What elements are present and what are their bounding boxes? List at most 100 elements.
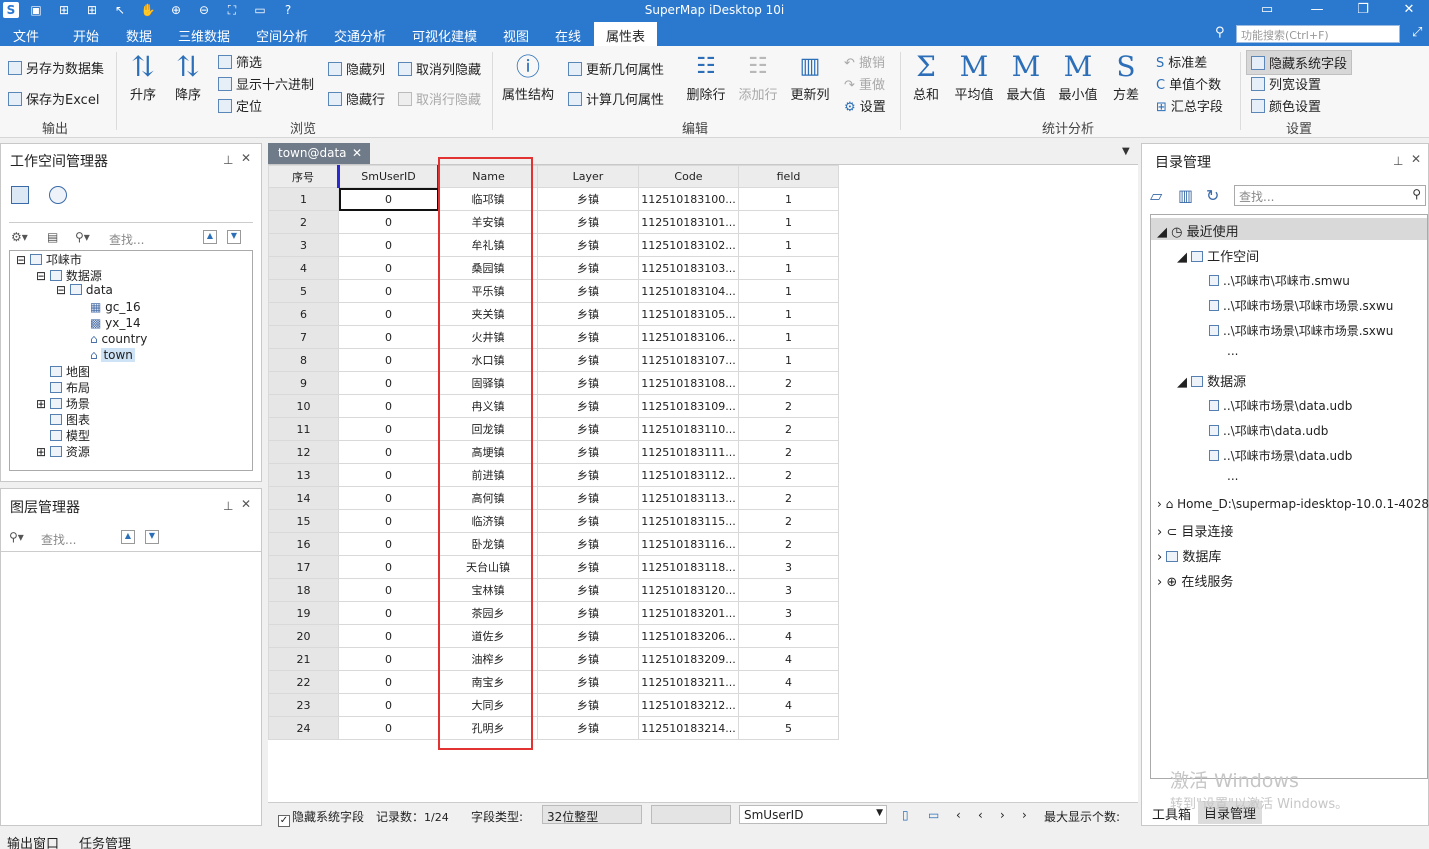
table-row[interactable]: 10 0 冉义镇 乡镇 112510183109... 2 <box>268 394 839 418</box>
table-cell[interactable]: 0 <box>338 716 439 740</box>
tree-node-country[interactable]: ⌂ country <box>90 332 147 346</box>
table-cell[interactable]: 2 <box>738 417 839 441</box>
row-number[interactable]: 2 <box>268 210 339 234</box>
table-cell[interactable]: 高埂镇 <box>438 440 538 464</box>
table-cell[interactable]: 112510183206... <box>638 624 739 648</box>
table-cell[interactable]: 0 <box>338 578 439 602</box>
row-number[interactable]: 24 <box>268 716 339 740</box>
table-cell[interactable]: 固驿镇 <box>438 371 538 395</box>
catalog-datasources[interactable]: ◢ 数据源 <box>1177 371 1246 390</box>
table-row[interactable]: 11 0 回龙镇 乡镇 112510183110... 2 <box>268 417 839 441</box>
tree-node-charts[interactable]: 图表 <box>50 411 90 428</box>
catalog-ws-file-1[interactable]: ..\邛崃市\邛崃市.smwu <box>1209 272 1350 289</box>
menu-file[interactable]: 文件 <box>13 26 39 45</box>
settings-button[interactable]: ⚙ 设置 <box>844 96 886 115</box>
row-number[interactable]: 18 <box>268 578 339 602</box>
table-row[interactable]: 2 0 羊安镇 乡镇 112510183101... 1 <box>268 210 839 234</box>
next-record-icon[interactable]: › <box>1000 808 1005 822</box>
std-dev-button[interactable]: S 标准差 <box>1156 52 1207 71</box>
table-cell[interactable]: 0 <box>338 532 439 556</box>
fullscreen-icon[interactable]: ⤢ <box>1412 25 1422 40</box>
table-cell[interactable]: 0 <box>338 279 439 303</box>
table-cell[interactable]: 0 <box>338 601 439 625</box>
tree-node-layouts[interactable]: 布局 <box>50 379 90 396</box>
catalog-ds-file-1[interactable]: ..\邛崃市场景\data.udb <box>1209 397 1352 414</box>
column-width-button[interactable]: 列宽设置 <box>1251 74 1321 93</box>
row-number[interactable]: 12 <box>268 440 339 464</box>
table-cell[interactable]: 水口镇 <box>438 348 538 372</box>
table-cell[interactable]: 乡镇 <box>537 463 639 487</box>
table-cell[interactable]: 临邛镇 <box>438 187 538 211</box>
row-number[interactable]: 4 <box>268 256 339 280</box>
table-cell[interactable]: 3 <box>738 601 839 625</box>
catalog-search-input[interactable]: 查找... ⚲ <box>1234 185 1426 206</box>
hide-column-button[interactable]: 隐藏列 <box>328 59 385 78</box>
menu-visual-modeling[interactable]: 可视化建模 <box>412 26 477 45</box>
table-cell[interactable]: 0 <box>338 555 439 579</box>
table-cell[interactable]: 112510183111... <box>638 440 739 464</box>
hide-row-button[interactable]: 隐藏行 <box>328 89 385 108</box>
table-cell[interactable]: 0 <box>338 302 439 326</box>
catalog-ds-file-3[interactable]: ..\邛崃市场景\data.udb <box>1209 447 1352 464</box>
table-cell[interactable]: 112510183212... <box>638 693 739 717</box>
table-cell[interactable]: 乡镇 <box>537 279 639 303</box>
table-cell[interactable]: 0 <box>338 486 439 510</box>
table-row[interactable]: 20 0 道佐乡 乡镇 112510183206... 4 <box>268 624 839 648</box>
table-cell[interactable]: 南宝乡 <box>438 670 538 694</box>
table-cell[interactable]: 112510183214... <box>638 716 739 740</box>
table-cell[interactable]: 112510183115... <box>638 509 739 533</box>
table-cell[interactable]: 0 <box>338 348 439 372</box>
table-cell[interactable]: 112510183108... <box>638 371 739 395</box>
table-cell[interactable]: 大同乡 <box>438 693 538 717</box>
close-icon[interactable]: ✕ <box>241 151 251 165</box>
table-row[interactable]: 13 0 前进镇 乡镇 112510183112... 2 <box>268 463 839 487</box>
max-button[interactable]: M 最大值 <box>1004 50 1048 103</box>
table-cell[interactable]: 前进镇 <box>438 463 538 487</box>
tree-node-maps[interactable]: 地图 <box>50 363 90 380</box>
pin-icon[interactable]: ⊥ <box>1393 154 1403 168</box>
close-icon[interactable]: ✕ <box>1411 152 1421 166</box>
table-cell[interactable]: 2 <box>738 440 839 464</box>
table-cell[interactable]: 1 <box>738 256 839 280</box>
table-cell[interactable]: 夹关镇 <box>438 302 538 326</box>
table-cell[interactable]: 火井镇 <box>438 325 538 349</box>
table-row[interactable]: 17 0 天台山镇 乡镇 112510183118... 3 <box>268 555 839 579</box>
tree-node-scenes[interactable]: ⊞ 场景 <box>36 395 90 412</box>
row-number[interactable]: 17 <box>268 555 339 579</box>
table-cell[interactable]: 112510183101... <box>638 210 739 234</box>
table-cell[interactable]: 临济镇 <box>438 509 538 533</box>
hide-system-fields-button[interactable]: 隐藏系统字段 <box>1246 50 1353 75</box>
catalog-online[interactable]: › ⊕ 在线服务 <box>1157 571 1233 590</box>
table-row[interactable]: 21 0 油榨乡 乡镇 112510183209... 4 <box>268 647 839 671</box>
row-number[interactable]: 11 <box>268 417 339 441</box>
table-row[interactable]: 6 0 夹关镇 乡镇 112510183105... 1 <box>268 302 839 326</box>
table-cell[interactable]: 2 <box>738 394 839 418</box>
table-cell[interactable]: 油榨乡 <box>438 647 538 671</box>
table-cell[interactable]: 乡镇 <box>537 233 639 257</box>
tree-node-models[interactable]: 模型 <box>50 427 90 444</box>
table-cell[interactable]: 乡镇 <box>537 670 639 694</box>
table-cell[interactable]: 1 <box>738 233 839 257</box>
table-cell[interactable]: 乡镇 <box>537 256 639 280</box>
restore-layout-icon[interactable]: ▭ <box>1250 0 1284 22</box>
table-cell[interactable]: 0 <box>338 440 439 464</box>
table-cell[interactable]: 0 <box>338 187 439 211</box>
table-cell[interactable]: 平乐镇 <box>438 279 538 303</box>
table-cell[interactable]: 3 <box>738 578 839 602</box>
table-cell[interactable]: 乡镇 <box>537 417 639 441</box>
min-button[interactable]: M 最小值 <box>1056 50 1100 103</box>
column-header[interactable]: Name <box>438 165 538 188</box>
next-page-icon[interactable]: › <box>1022 808 1027 822</box>
table-cell[interactable]: 112510183120... <box>638 578 739 602</box>
row-number[interactable]: 19 <box>268 601 339 625</box>
table-cell[interactable]: 112510183110... <box>638 417 739 441</box>
table-cell[interactable]: 茶园乡 <box>438 601 538 625</box>
table-row[interactable]: 5 0 平乐镇 乡镇 112510183104... 1 <box>268 279 839 303</box>
unique-count-button[interactable]: C 单值个数 <box>1156 74 1221 93</box>
hide-system-fields-checkbox[interactable]: ✓ 隐藏系统字段 <box>278 808 364 827</box>
table-cell[interactable]: 0 <box>338 647 439 671</box>
table-cell[interactable]: 0 <box>338 693 439 717</box>
table-cell[interactable]: 112510183113... <box>638 486 739 510</box>
table-cell[interactable]: 羊安镇 <box>438 210 538 234</box>
row-number[interactable]: 20 <box>268 624 339 648</box>
